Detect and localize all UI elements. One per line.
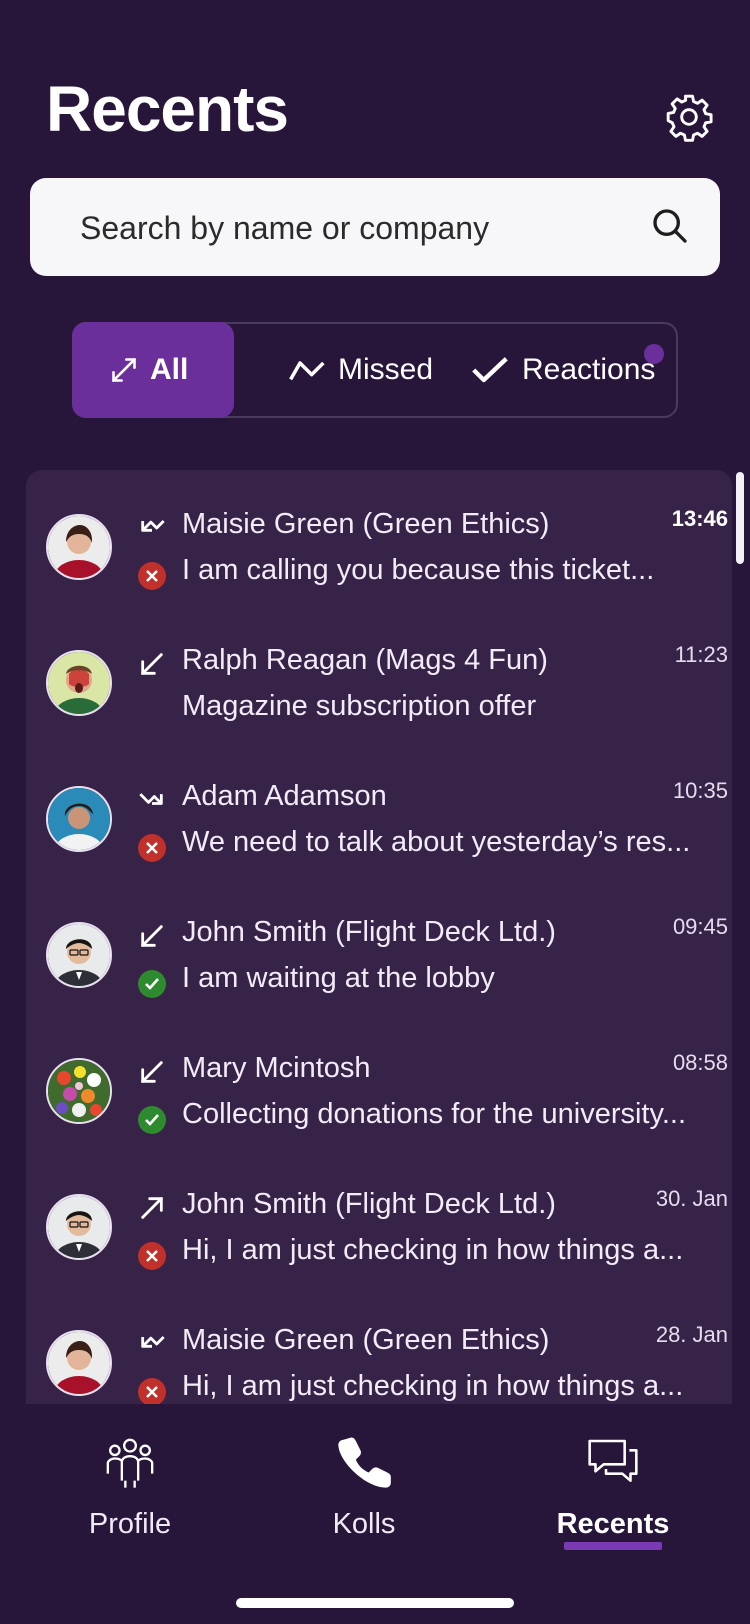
contact-name: Maisie Green (Green Ethics) xyxy=(182,1324,550,1356)
missed-outgoing-icon xyxy=(138,786,166,814)
reactions-indicator-dot xyxy=(644,344,664,364)
settings-gear-icon[interactable] xyxy=(664,92,714,142)
nav-profile[interactable]: Profile xyxy=(50,1434,210,1541)
tab-missed-label: Missed xyxy=(338,353,434,386)
avatar xyxy=(46,650,112,716)
avatar xyxy=(46,1058,112,1124)
tab-reactions[interactable]: Reactions xyxy=(470,322,655,418)
filter-tabs: All Missed Reactions xyxy=(72,322,678,418)
call-time: 13:46 xyxy=(671,506,728,531)
contact-name: Maisie Green (Green Ethics) xyxy=(182,508,550,540)
missed-status-icon xyxy=(138,834,166,862)
scrollbar[interactable] xyxy=(736,472,744,564)
missed-status-icon xyxy=(138,562,166,590)
recents-list[interactable]: Maisie Green (Green Ethics) 13:46 I am c… xyxy=(26,470,732,1404)
call-message: Collecting donations for the university.… xyxy=(182,1098,687,1130)
avatar xyxy=(46,786,112,852)
tab-reactions-label: Reactions xyxy=(522,353,656,386)
active-tab-indicator xyxy=(564,1542,662,1550)
avatar xyxy=(46,1330,112,1396)
tab-missed[interactable]: Missed xyxy=(288,322,433,418)
tab-all-label: All xyxy=(150,353,189,386)
call-message: I am waiting at the lobby xyxy=(182,962,495,994)
contact-name: John Smith (Flight Deck Ltd.) xyxy=(182,916,556,948)
call-time: 09:45 xyxy=(672,914,728,939)
contact-name: Mary Mcintosh xyxy=(182,1052,371,1084)
missed-status-icon xyxy=(138,1242,166,1270)
search-input[interactable] xyxy=(78,202,642,254)
call-message: Magazine subscription offer xyxy=(182,690,537,722)
missed-status-icon xyxy=(138,1378,166,1404)
tab-all[interactable]: All xyxy=(72,322,234,418)
answered-status-icon xyxy=(138,970,166,998)
nav-kolls-label: Kolls xyxy=(332,1508,396,1540)
incoming-icon xyxy=(138,922,166,950)
contact-name: John Smith (Flight Deck Ltd.) xyxy=(182,1188,556,1220)
call-message: Hi, I am just checking in how things a..… xyxy=(182,1370,684,1402)
call-time: 08:58 xyxy=(672,1050,728,1075)
list-item[interactable]: Mary Mcintosh 08:58 Collecting donations… xyxy=(26,1014,732,1150)
nav-profile-label: Profile xyxy=(88,1508,172,1540)
call-time: 10:35 xyxy=(672,778,728,803)
expand-arrows-icon xyxy=(112,358,136,382)
list-item[interactable]: Adam Adamson 10:35 We need to talk about… xyxy=(26,742,732,878)
call-message: Hi, I am just checking in how things a..… xyxy=(182,1234,684,1266)
search-bar[interactable] xyxy=(30,178,720,276)
nav-kolls[interactable]: Kolls xyxy=(284,1434,444,1541)
call-message: We need to talk about yesterday’s res... xyxy=(182,826,691,858)
home-indicator[interactable] xyxy=(236,1598,514,1608)
people-icon xyxy=(106,1438,154,1488)
list-item[interactable]: Maisie Green (Green Ethics) 13:46 I am c… xyxy=(26,470,732,606)
call-message: I am calling you because this ticket... xyxy=(182,554,655,586)
chat-bubbles-icon xyxy=(588,1439,638,1482)
bottom-navigation: Profile Kolls Recents xyxy=(0,1404,750,1624)
missed-incoming-icon xyxy=(138,514,166,542)
incoming-icon xyxy=(138,650,166,678)
search-icon[interactable] xyxy=(650,206,690,246)
nav-recents-label: Recents xyxy=(556,1508,670,1540)
avatar xyxy=(46,1194,112,1260)
answered-status-icon xyxy=(138,1106,166,1134)
call-time: 30. Jan xyxy=(655,1186,728,1211)
missed-call-icon xyxy=(289,361,325,381)
list-item[interactable]: Ralph Reagan (Mags 4 Fun) 11:23 Magazine… xyxy=(26,606,732,742)
missed-incoming-icon xyxy=(138,1330,166,1358)
checkmark-icon xyxy=(472,357,508,383)
call-time: 28. Jan xyxy=(655,1322,728,1347)
page-title: Recents xyxy=(46,73,289,145)
contact-name: Ralph Reagan (Mags 4 Fun) xyxy=(182,644,548,676)
list-item[interactable]: John Smith (Flight Deck Ltd.) 09:45 I am… xyxy=(26,878,732,1014)
list-item[interactable]: Maisie Green (Green Ethics) 28. Jan Hi, … xyxy=(26,1286,732,1404)
list-item[interactable]: John Smith (Flight Deck Ltd.) 30. Jan Hi… xyxy=(26,1150,732,1286)
outgoing-icon xyxy=(138,1194,166,1222)
incoming-icon xyxy=(138,1058,166,1086)
avatar xyxy=(46,922,112,988)
nav-recents[interactable]: Recents xyxy=(533,1434,693,1541)
call-time: 11:23 xyxy=(674,642,728,667)
avatar xyxy=(46,514,112,580)
contact-name: Adam Adamson xyxy=(182,780,387,812)
phone-icon xyxy=(338,1437,391,1488)
